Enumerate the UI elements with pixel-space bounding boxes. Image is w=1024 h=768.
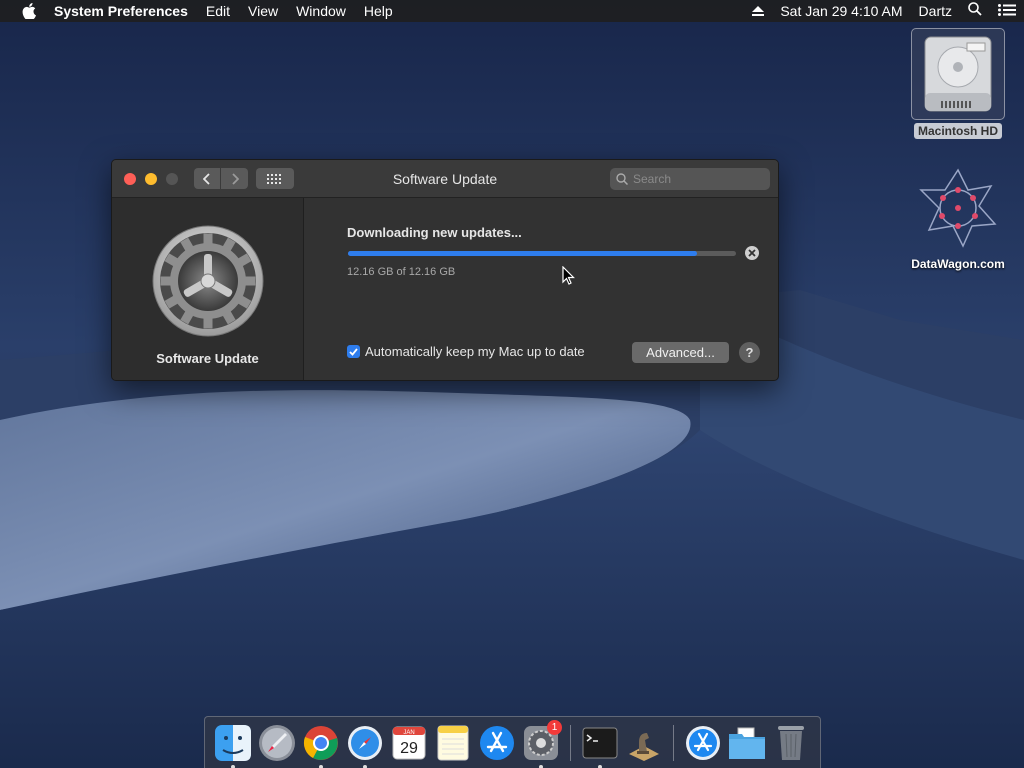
chevron-right-icon	[231, 172, 239, 185]
dock: JAN 29 1	[204, 716, 821, 768]
dock-documents-folder[interactable]	[727, 723, 767, 763]
advanced-button[interactable]: Advanced...	[632, 342, 729, 363]
menu-bar: System Preferences Edit View Window Help…	[0, 0, 1024, 22]
close-button[interactable]	[124, 172, 136, 185]
app-store-icon	[480, 725, 514, 760]
dock-separator	[570, 724, 571, 761]
desktop-icon-datawagon[interactable]: DataWagon.com	[896, 168, 1020, 271]
chess-knight-icon	[629, 732, 659, 761]
calendar-icon: JAN 29	[392, 726, 426, 759]
progress-fill	[348, 251, 698, 256]
sidebar: Software Update	[112, 198, 304, 380]
forward-button[interactable]	[221, 168, 248, 189]
dock-applications-folder[interactable]	[683, 723, 723, 763]
desktop-wallpaper	[0, 0, 1024, 768]
datawagon-logo-icon	[915, 168, 1001, 253]
menubar-user[interactable]: Dartz	[911, 0, 960, 22]
search-icon	[616, 173, 628, 185]
eject-icon[interactable]	[744, 0, 772, 22]
cancel-download-button[interactable]	[745, 246, 759, 260]
download-status-title: Downloading new updates...	[347, 225, 522, 240]
dock-separator	[673, 724, 674, 761]
chrome-icon	[303, 725, 338, 760]
window-titlebar[interactable]: Software Update	[112, 160, 778, 198]
checkmark-icon	[349, 347, 358, 356]
menu-view[interactable]: View	[239, 0, 287, 22]
dock-terminal[interactable]	[580, 723, 620, 768]
search-field[interactable]	[610, 168, 770, 190]
spotlight-search-icon[interactable]	[960, 0, 990, 22]
dock-notes[interactable]	[433, 723, 473, 763]
notification-badge: 1	[547, 719, 562, 735]
zoom-button[interactable]	[166, 172, 178, 185]
dock-chrome[interactable]	[301, 723, 341, 768]
menu-help[interactable]: Help	[355, 0, 402, 22]
chevron-left-icon	[203, 172, 210, 185]
desktop-icon-label: DataWagon.com	[911, 257, 1005, 271]
mouse-cursor-icon	[562, 265, 575, 290]
menubar-clock[interactable]: Sat Jan 29 4:10 AM	[772, 0, 910, 22]
dock-safari[interactable]	[345, 723, 385, 768]
app-menu[interactable]: System Preferences	[54, 0, 197, 22]
navigation-buttons	[194, 168, 248, 189]
window-controls	[124, 172, 187, 185]
download-size-text: 12.16 GB of 12.16 GB	[347, 266, 456, 278]
menu-edit[interactable]: Edit	[197, 0, 239, 22]
notification-center-icon[interactable]	[990, 0, 1024, 22]
software-update-gear-icon	[151, 224, 265, 343]
hard-drive-icon	[911, 28, 1005, 120]
notes-icon	[437, 725, 469, 760]
calendar-month: JAN	[403, 730, 414, 736]
trash-icon	[778, 725, 804, 760]
menu-window[interactable]: Window	[287, 0, 355, 22]
auto-update-row[interactable]: Automatically keep my Mac up to date	[347, 344, 585, 359]
terminal-icon	[582, 727, 618, 758]
safari-compass-icon	[348, 725, 382, 760]
documents-folder-icon	[729, 727, 765, 759]
auto-update-label[interactable]: Automatically keep my Mac up to date	[365, 344, 585, 359]
finder-icon	[215, 724, 251, 761]
dock-finder[interactable]	[213, 723, 253, 768]
calendar-day: 29	[400, 740, 418, 757]
download-progress-bar	[348, 251, 736, 256]
launchpad-rocket-icon	[259, 724, 295, 761]
dock-calendar[interactable]: JAN 29	[389, 723, 429, 763]
back-button[interactable]	[194, 168, 221, 189]
applications-folder-icon	[686, 725, 720, 760]
apple-menu-icon[interactable]	[18, 0, 40, 22]
minimize-button[interactable]	[145, 172, 157, 185]
sidebar-label: Software Update	[156, 351, 259, 366]
show-all-button[interactable]	[256, 168, 294, 189]
dock-trash[interactable]	[771, 723, 811, 763]
desktop-icon-macintosh-hd[interactable]: Macintosh HD	[906, 28, 1010, 139]
dock-launchpad[interactable]	[257, 723, 297, 763]
grid-icon	[267, 173, 281, 184]
dock-system-preferences[interactable]: 1	[521, 719, 562, 768]
search-input[interactable]	[633, 172, 753, 186]
dock-chess[interactable]	[624, 723, 664, 763]
update-content: Downloading new updates... 12.16 GB of 1…	[305, 198, 778, 380]
help-button[interactable]: ?	[739, 342, 760, 363]
dock-app-store[interactable]	[477, 723, 517, 763]
auto-update-checkbox[interactable]	[347, 345, 360, 358]
software-update-window: Software Update Search Software Update D…	[111, 159, 779, 381]
desktop-icon-label: Macintosh HD	[913, 123, 1002, 139]
close-icon	[748, 249, 756, 257]
